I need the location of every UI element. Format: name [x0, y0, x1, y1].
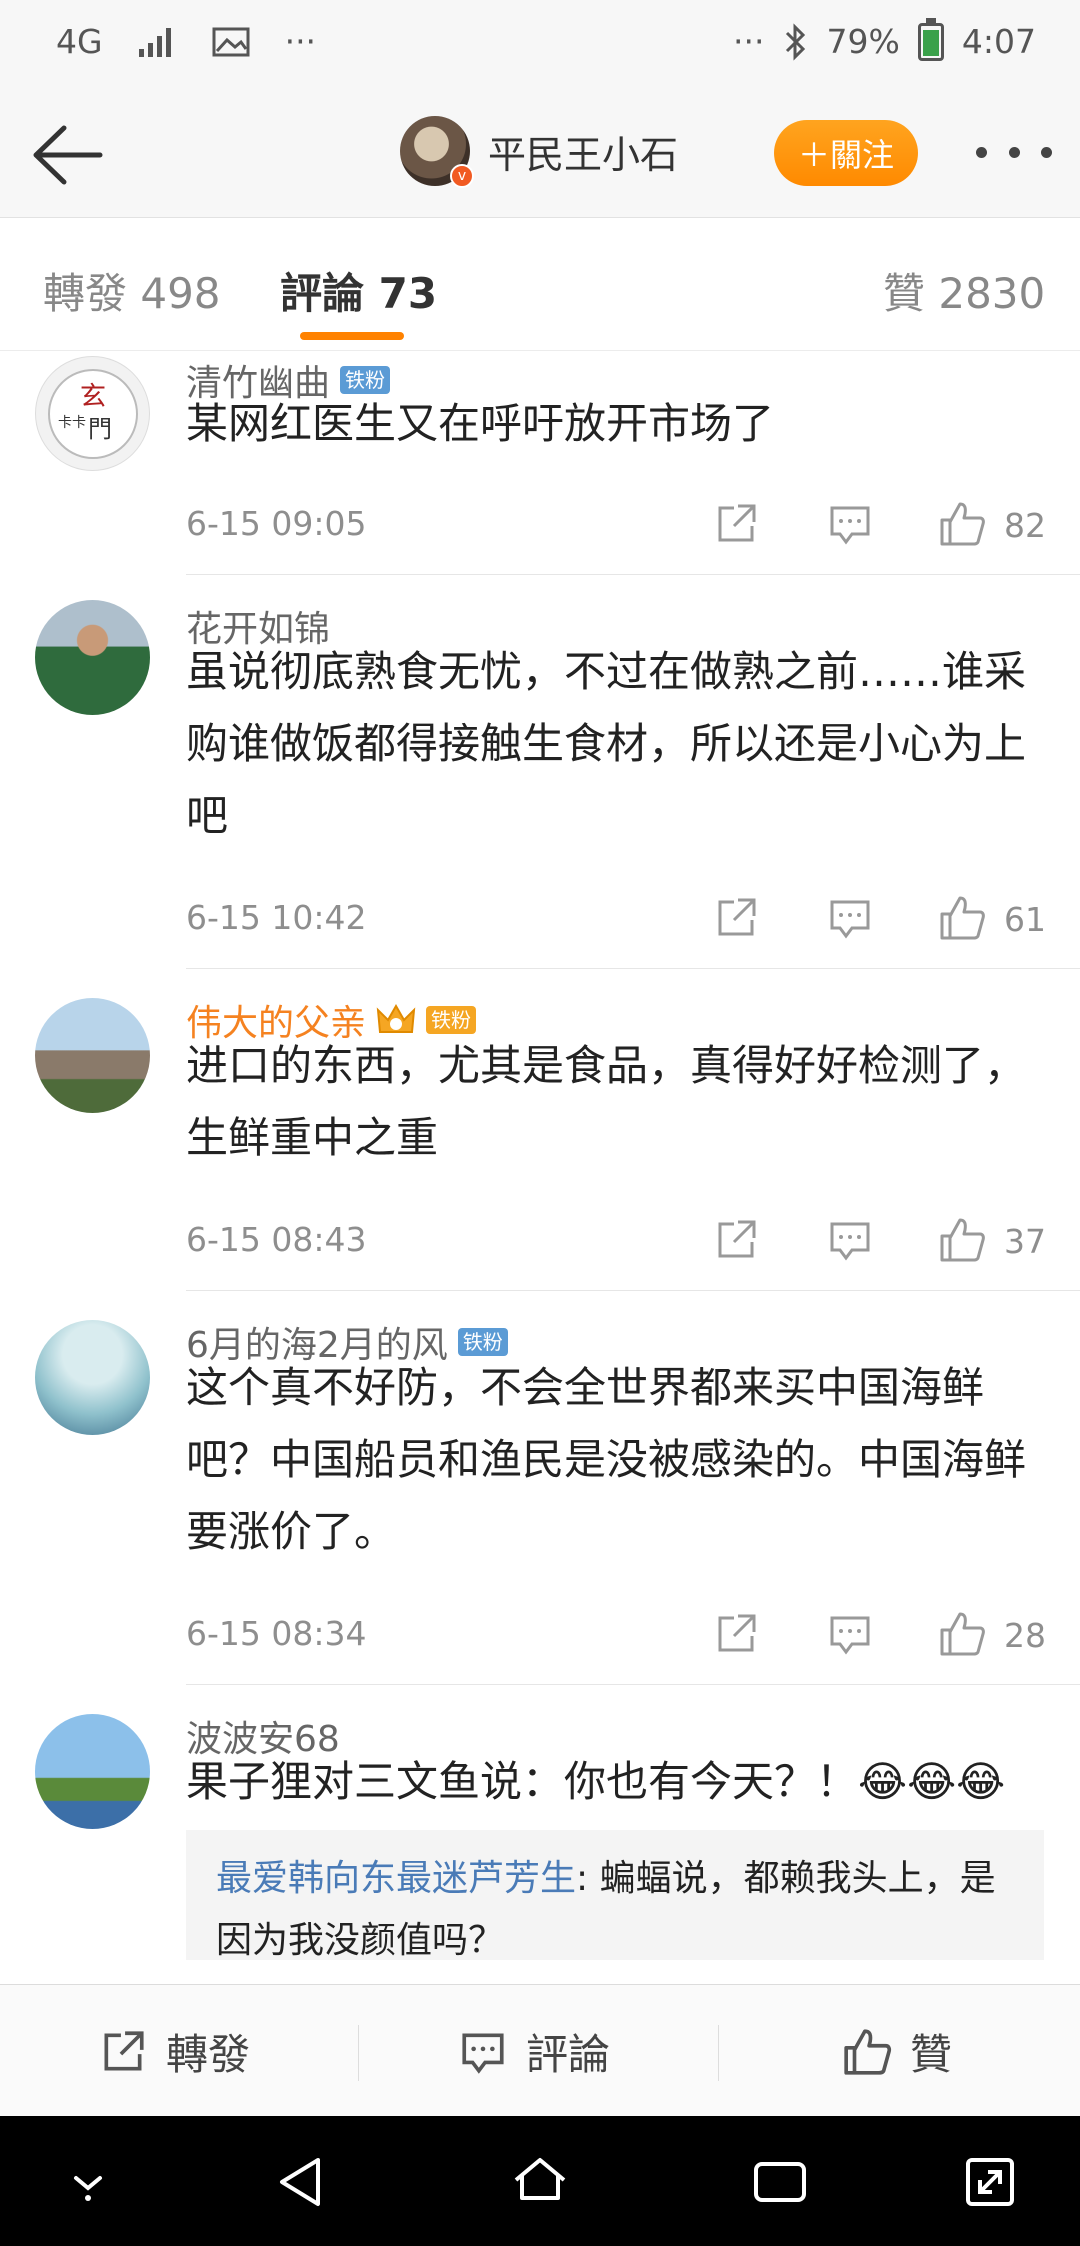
like-label: 贊 — [910, 2030, 953, 2079]
svg-text:玄: 玄 — [80, 382, 106, 412]
signal-icon — [138, 27, 171, 57]
status-more-right: ··· — [733, 22, 765, 61]
battery-percent: 79% — [826, 22, 900, 61]
status-bar: 4G ··· ··· 79% 4:07 — [0, 0, 1080, 92]
share-icon — [104, 2030, 144, 2070]
bluetooth-icon — [785, 22, 805, 61]
avatar[interactable] — [35, 600, 150, 715]
divider — [718, 2025, 719, 2081]
top-header: v 平民王小石 ＋關注 — [0, 92, 1080, 218]
like-icon[interactable] — [938, 894, 986, 942]
header-user[interactable]: v 平民王小石 — [400, 116, 678, 188]
comment-meta: 6-15 08:34 28 — [186, 1610, 1046, 1660]
status-more: ··· — [284, 22, 317, 61]
tab-likes[interactable]: 贊 2830 — [883, 260, 1045, 321]
comment-button[interactable]: 評論 — [458, 2021, 610, 2082]
repost-label: 轉發 — [166, 2030, 251, 2079]
divider — [358, 2025, 359, 2081]
like-button[interactable]: 贊 — [842, 2021, 952, 2082]
share-icon[interactable] — [712, 894, 760, 942]
back-button[interactable] — [28, 120, 104, 190]
reply-icon[interactable] — [826, 1216, 874, 1264]
back-nav-icon[interactable] — [272, 2154, 332, 2210]
like-icon[interactable] — [938, 1216, 986, 1264]
follow-button[interactable]: ＋關注 — [774, 120, 918, 186]
reply-icon[interactable] — [826, 894, 874, 942]
comment-time: 6-15 08:34 — [186, 1614, 367, 1653]
like-count: 28 — [1004, 1616, 1046, 1655]
active-tab-indicator — [300, 332, 404, 340]
header-username[interactable]: 平民王小石 — [488, 124, 678, 179]
comment-time: 6-15 09:05 — [186, 504, 367, 543]
comment-icon — [462, 2033, 504, 2074]
share-icon[interactable] — [712, 1216, 760, 1264]
back-arrow-icon — [33, 125, 103, 185]
comment-text: 这个真不好防，不会全世界都来买中国海鲜吧？中国船员和渔民是没被感染的。中国海鲜要… — [186, 1363, 1027, 1556]
comment-text: 果子狸对三文鱼说：你也有今天？！😂😂😂 — [186, 1757, 1006, 1806]
battery-icon — [917, 17, 944, 61]
comment-label: 評論 — [526, 2030, 611, 2079]
like-icon — [844, 2028, 892, 2075]
recents-icon[interactable] — [750, 2154, 810, 2210]
like-count: 37 — [1004, 1222, 1046, 1261]
divider — [186, 574, 1080, 575]
tab-bar: 轉發 498 評論 73 贊 2830 — [0, 218, 1080, 351]
reply-icon[interactable] — [826, 1610, 874, 1658]
reply-author[interactable]: 最爱韩向东最迷芦芳生 — [216, 1858, 576, 1899]
image-icon — [212, 27, 250, 56]
reply-preview[interactable]: 最爱韩向东最迷芦芳生: 蝙蝠说，都赖我头上，是因为我没颜值吗？ — [186, 1830, 1044, 1960]
comment-text: 虽说彻底熟食无忧，不过在做熟之前……谁采购谁做饭都得接触生食材，所以还是小心为上… — [186, 647, 1027, 840]
tab-comments[interactable]: 評論 73 — [280, 260, 437, 321]
comment-meta: 6-15 08:43 37 — [186, 1216, 1046, 1266]
home-icon[interactable] — [510, 2154, 570, 2210]
chevron-down-icon[interactable] — [58, 2154, 118, 2210]
avatar[interactable]: v — [400, 116, 474, 188]
share-icon[interactable] — [712, 500, 760, 548]
repost-button[interactable]: 轉發 — [98, 2021, 250, 2082]
reply-icon[interactable] — [826, 500, 874, 548]
divider — [186, 968, 1080, 969]
avatar[interactable] — [35, 1714, 150, 1829]
comment-meta: 6-15 09:05 82 — [186, 500, 1046, 550]
comment-text: 某网红医生又在呼吁放开市场了 — [186, 399, 775, 448]
divider — [186, 1684, 1080, 1685]
share-icon[interactable] — [712, 1610, 760, 1658]
svg-text:門: 門 — [88, 415, 112, 443]
like-icon[interactable] — [938, 500, 986, 548]
comment-meta: 6-15 10:42 61 — [186, 894, 1046, 944]
comment-time: 6-15 10:42 — [186, 898, 367, 937]
more-icon — [976, 146, 987, 158]
comment-time: 6-15 08:43 — [186, 1220, 367, 1259]
like-count: 82 — [1004, 506, 1046, 545]
verified-badge-icon: v — [450, 164, 474, 188]
network-indicator: 4G — [56, 22, 103, 61]
comment-text: 进口的东西，尤其是食品，真得好好检测了，生鲜重中之重 — [186, 1041, 1027, 1162]
avatar[interactable]: 玄 門 卡卡 — [35, 356, 150, 471]
avatar[interactable] — [35, 1320, 150, 1435]
more-button[interactable] — [976, 132, 1052, 172]
clock: 4:07 — [961, 22, 1036, 61]
bottom-action-bar: 轉發 評論 贊 — [0, 1984, 1080, 2116]
tab-reposts[interactable]: 轉發 498 — [43, 260, 221, 321]
like-icon[interactable] — [938, 1610, 986, 1658]
system-nav-bar — [0, 2116, 1080, 2246]
svg-text:卡卡: 卡卡 — [58, 415, 86, 431]
divider — [186, 1290, 1080, 1291]
avatar[interactable] — [35, 998, 150, 1113]
expand-icon[interactable] — [960, 2154, 1020, 2210]
comment-list[interactable]: 玄 門 卡卡 清竹幽曲 铁粉 某网红医生又在呼吁放开市场了 6-15 09:05… — [0, 352, 1080, 1984]
battery-level — [922, 30, 939, 56]
laughing-emoji-icon: 😂😂😂 — [858, 1757, 1006, 1806]
like-count: 61 — [1004, 900, 1046, 939]
